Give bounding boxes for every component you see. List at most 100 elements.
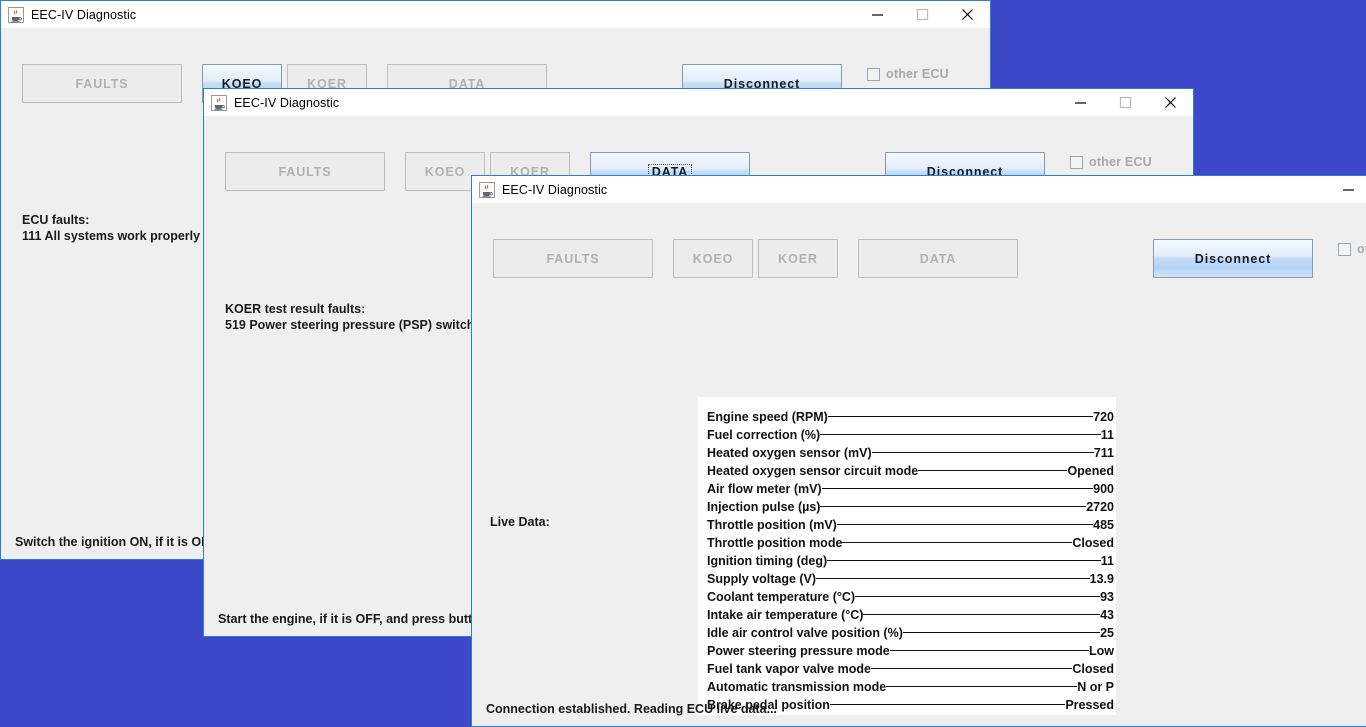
koer-faults-text-2: KOER test result faults: 519 Power steer… (225, 302, 482, 332)
window-title-2: EEC-IV Diagnostic (234, 95, 340, 110)
close-icon (1165, 97, 1176, 108)
content-window-3: Live Data: Engine speed (RPM) 720 Fuel cor… (472, 275, 1366, 726)
other-ecu-checkbox-2[interactable]: other ECU (1070, 155, 1152, 169)
live-data-row-label: Throttle position (mV) (707, 518, 837, 532)
live-data-row-value: 485 (1093, 518, 1114, 532)
other-ecu-checkbox-3[interactable]: other ECU (1338, 242, 1366, 256)
live-data-row-leader (871, 439, 1094, 457)
minimize-button-2[interactable] (1058, 89, 1103, 116)
faults-button-label-1: FAULTS (75, 76, 129, 91)
window-controls-2[interactable] (1058, 89, 1193, 116)
live-data-row-leader (886, 673, 1078, 691)
checkbox-box-icon-2[interactable] (1070, 155, 1083, 169)
close-button-2[interactable] (1148, 89, 1193, 116)
live-data-row-label: Fuel correction (%) (707, 428, 821, 442)
live-data-row-value: 711 (1093, 446, 1114, 460)
live-data-row-leader (889, 637, 1089, 655)
maximize-icon (916, 8, 929, 21)
faults-button-label-3: FAULTS (546, 251, 600, 266)
close-icon (962, 9, 973, 20)
live-data-row-value: 11 (1100, 554, 1114, 568)
maximize-icon (1119, 96, 1132, 109)
data-button-label-3: DATA (919, 251, 957, 266)
live-data-row-leader (820, 421, 1101, 439)
disconnect-button-label-3: Disconnect (1194, 251, 1272, 266)
status-text-1: Switch the ignition ON, if it is OFF (15, 535, 217, 549)
window-title-3: EEC-IV Diagnostic (502, 182, 608, 197)
live-data-row-label: Power steering pressure mode (707, 644, 890, 658)
live-data-row-leader (836, 511, 1094, 529)
titlebar-window-2[interactable]: EEC-IV Diagnostic (204, 89, 1193, 116)
live-data-row-value: 900 (1093, 482, 1114, 496)
live-data-row-value: 93 (1100, 590, 1114, 604)
koer-button-3[interactable]: KOER (758, 239, 838, 278)
other-ecu-label-3: other ECU (1357, 242, 1366, 256)
java-coffee-cup-icon (211, 94, 227, 111)
ecu-faults-text-1: ECU faults: 111 All systems work properl… (22, 213, 201, 243)
live-data-row-leader (902, 619, 1101, 637)
live-data-row-value: Low (1089, 644, 1114, 658)
live-data-row-leader (870, 655, 1073, 673)
java-coffee-cup-icon (8, 6, 24, 23)
faults-button-3[interactable]: FAULTS (493, 239, 653, 278)
koeo-button-label-2: KOEO (424, 164, 466, 179)
other-ecu-label-2: other ECU (1089, 155, 1152, 169)
faults-button-1[interactable]: FAULTS (22, 64, 182, 103)
checkbox-box-icon-3[interactable] (1338, 242, 1351, 256)
koer-button-label-3: KOER (778, 251, 818, 266)
live-data-row-label: Injection pulse (µs) (707, 500, 821, 514)
minimize-button-3[interactable] (1326, 176, 1366, 203)
faults-button-label-2: FAULTS (278, 164, 332, 179)
live-data-row-label: Supply voltage (V) (707, 572, 817, 586)
live-data-row-value: Closed (1072, 662, 1114, 676)
window-controls-1[interactable] (855, 1, 990, 28)
live-data-row-label: Air flow meter (mV) (707, 482, 822, 496)
live-data-row-value: 43 (1100, 608, 1114, 622)
checkbox-box-icon-1[interactable] (867, 67, 880, 81)
toolbar-window-3: FAULTS KOEO KOER DATA Disconnect other E… (472, 203, 1366, 278)
live-data-row-leader (842, 529, 1073, 547)
live-data-row-value: 11 (1100, 428, 1114, 442)
status-text-2: Start the engine, if it is OFF, and pres… (218, 612, 488, 626)
live-data-row-leader (855, 583, 1101, 601)
live-data-panel: Engine speed (RPM) 720 Fuel correction (%)… (698, 397, 1116, 715)
faults-button-2[interactable]: FAULTS (225, 152, 385, 191)
close-button-1[interactable] (945, 1, 990, 28)
koeo-button-label-3: KOEO (692, 251, 734, 266)
minimize-icon (1075, 102, 1086, 104)
live-data-row-label: Idle air control valve position (%) (707, 626, 903, 640)
live-data-row-label: Intake air temperature (°C) (707, 608, 864, 622)
minimize-icon (872, 14, 883, 16)
maximize-button-2[interactable] (1103, 89, 1148, 116)
window-title-1: EEC-IV Diagnostic (31, 7, 137, 22)
live-data-row-label: Engine speed (RPM) (707, 410, 828, 424)
live-data-row-label: Ignition timing (deg) (707, 554, 828, 568)
titlebar-window-3[interactable]: EEC-IV Diagnostic (472, 176, 1366, 203)
minimize-button-1[interactable] (855, 1, 900, 28)
live-data-row: Engine speed (RPM) 720 (698, 403, 1116, 424)
live-data-row-leader (863, 601, 1100, 619)
maximize-button-1[interactable] (900, 1, 945, 28)
titlebar-window-1[interactable]: EEC-IV Diagnostic (1, 1, 990, 28)
other-ecu-label-1: other ECU (886, 67, 949, 81)
live-data-row-leader (918, 457, 1068, 475)
live-data-row-leader (827, 403, 1094, 421)
data-button-3[interactable]: DATA (858, 239, 1018, 278)
koeo-button-3[interactable]: KOEO (673, 239, 753, 278)
window-controls-3[interactable] (1326, 176, 1366, 203)
java-coffee-cup-icon (479, 181, 495, 198)
live-data-row-leader (821, 475, 1094, 493)
disconnect-button-3[interactable]: Disconnect (1153, 239, 1313, 278)
window-eec-iv-diagnostic-3[interactable]: EEC-IV Diagnostic FAULTS KOEO KOER DATA … (471, 175, 1366, 727)
statusbar-window-3: Connection established. Reading ECU live… (472, 692, 1366, 726)
live-data-row-label: Throttle position mode (707, 536, 843, 550)
status-text-3: Connection established. Reading ECU live… (486, 702, 778, 716)
live-data-row-label: Coolant temperature (°C) (707, 590, 856, 604)
live-data-row-leader (820, 493, 1086, 511)
other-ecu-checkbox-1[interactable]: other ECU (867, 67, 949, 81)
live-data-row-label: Fuel tank vapor valve mode (707, 662, 871, 676)
live-data-row-value: 25 (1100, 626, 1114, 640)
minimize-icon (1343, 189, 1354, 191)
live-data-label: Live Data: (490, 515, 550, 529)
live-data-row-leader (816, 565, 1090, 583)
